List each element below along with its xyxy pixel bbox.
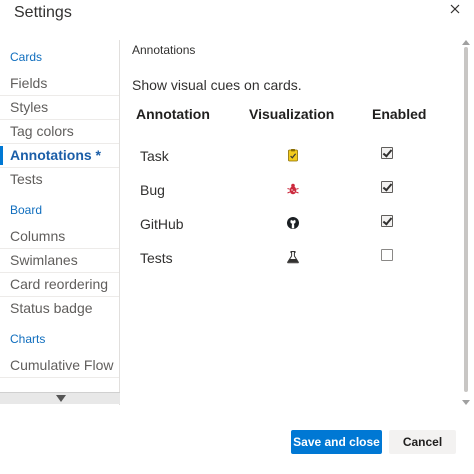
dialog-title: Settings — [14, 4, 72, 21]
triangle-down-icon[interactable] — [56, 395, 66, 402]
enabled-checkbox[interactable] — [381, 181, 393, 193]
nav-group-cards: Cards — [10, 50, 43, 64]
enabled-checkbox[interactable] — [381, 215, 393, 227]
nav-item-card-reordering[interactable]: Card reordering — [0, 273, 119, 297]
github-icon — [286, 216, 300, 230]
nav-group-charts: Charts — [10, 332, 46, 346]
annotation-name: Bug — [140, 182, 165, 198]
table-row: Bug — [136, 176, 456, 206]
nav-item-swimlanes[interactable]: Swimlanes — [0, 249, 119, 273]
nav-item-tag-colors[interactable]: Tag colors — [0, 120, 119, 144]
column-header-enabled: Enabled — [372, 106, 427, 122]
cancel-button[interactable]: Cancel — [389, 430, 456, 454]
annotation-name: GitHub — [140, 216, 184, 232]
annotation-name: Task — [140, 148, 169, 164]
nav-item-annotations[interactable]: Annotations * — [0, 144, 119, 168]
content-scrollbar[interactable] — [462, 40, 470, 405]
enabled-checkbox[interactable] — [381, 147, 393, 159]
table-row: Task — [136, 142, 456, 172]
settings-content: Annotations Show visual cues on cards. A… — [132, 40, 458, 405]
table-row: Tests — [136, 244, 456, 274]
nav-item-columns[interactable]: Columns — [0, 225, 119, 249]
scroll-down-icon[interactable] — [462, 400, 470, 405]
annotation-name: Tests — [140, 250, 173, 266]
column-header-annotation: Annotation — [136, 106, 210, 122]
nav-scrollbar[interactable] — [0, 392, 120, 404]
clipboard-check-icon — [286, 148, 300, 162]
nav-item-fields[interactable]: Fields — [0, 72, 119, 96]
nav-item-cumulative-flow[interactable]: Cumulative Flow — [0, 354, 119, 378]
nav-item-styles[interactable]: Styles — [0, 96, 119, 120]
save-and-close-button[interactable]: Save and close — [291, 430, 382, 454]
settings-dialog: Settings Cards Fields Styles Tag colors … — [0, 0, 474, 474]
scrollbar-thumb[interactable] — [464, 47, 468, 392]
section-description: Show visual cues on cards. — [132, 77, 302, 93]
column-header-visualization: Visualization — [249, 106, 335, 122]
bug-icon — [286, 182, 300, 196]
close-icon[interactable] — [446, 0, 464, 18]
enabled-checkbox[interactable] — [381, 249, 393, 261]
table-row: GitHub — [136, 210, 456, 240]
nav-group-board: Board — [10, 203, 43, 217]
flask-icon — [286, 250, 300, 264]
nav-item-status-badge[interactable]: Status badge — [0, 297, 119, 320]
scroll-up-icon[interactable] — [462, 40, 470, 45]
section-title: Annotations — [132, 43, 196, 57]
settings-nav: Cards Fields Styles Tag colors Annotatio… — [0, 40, 120, 405]
nav-item-tests[interactable]: Tests — [0, 168, 119, 191]
